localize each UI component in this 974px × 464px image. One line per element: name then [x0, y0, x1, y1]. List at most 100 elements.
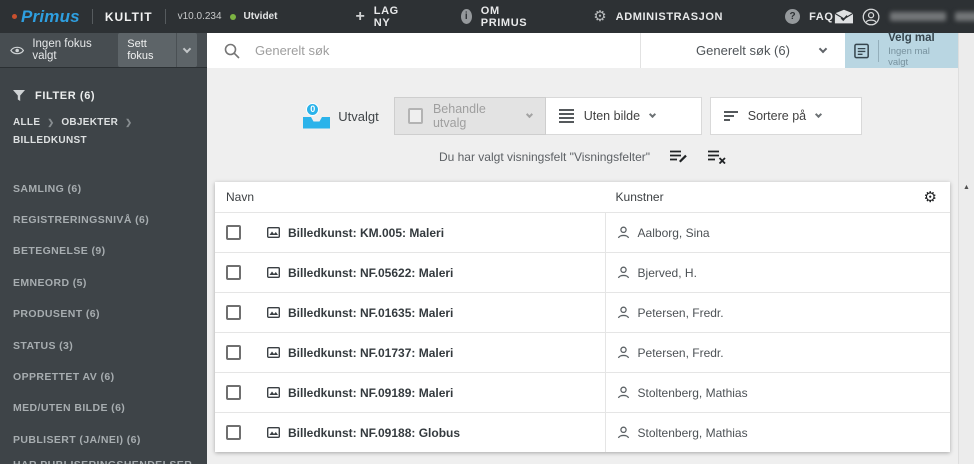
selected-count-badge: 0 [306, 102, 320, 116]
name-cell: Billedkunst: NF.01635: Maleri [215, 293, 605, 332]
set-focus-button[interactable]: Sett fokus [118, 33, 197, 67]
artist-name: Bjerved, H. [637, 265, 697, 280]
set-focus-dropdown[interactable] [176, 33, 197, 67]
sidebar: Ingen fokus valgt Sett fokus FILTER (6) … [0, 33, 207, 464]
filter-header[interactable]: FILTER (6) [0, 68, 207, 102]
set-focus-label[interactable]: Sett fokus [118, 33, 176, 67]
artist-cell: Stoltenberg, Mathias [604, 373, 950, 412]
breadcrumb-item[interactable]: OBJEKTER [61, 117, 118, 128]
artwork-icon [267, 227, 280, 238]
breadcrumb-item[interactable]: ALLE [13, 117, 40, 128]
question-icon: ? [785, 9, 801, 24]
search-bar: Generelt søk (6) Velg mal Ingen mal valg… [207, 32, 958, 68]
filter-category[interactable]: PRODUSENT (6) [13, 299, 194, 330]
filter-category[interactable]: BETEGNELSE (9) [13, 236, 194, 267]
object-name-link[interactable]: Billedkunst: NF.09188: Globus [288, 426, 460, 440]
edit-view-fields-icon[interactable] [670, 150, 688, 164]
workspace-name: KULTIT [104, 9, 153, 24]
object-name-link[interactable]: Billedkunst: KM.005: Maleri [288, 226, 444, 240]
list-icon [558, 109, 574, 123]
filter-category[interactable]: PUBLISERT (JA/NEI) (6) [13, 424, 194, 455]
chevron-down-icon [818, 44, 828, 54]
choose-template-button[interactable]: Velg mal Ingen mal valgt [845, 32, 958, 68]
scrollbar-up-arrow[interactable]: ▲ [959, 184, 974, 191]
object-name-link[interactable]: Billedkunst: NF.09189: Maleri [288, 386, 453, 400]
version-label: v10.0.234 [177, 11, 222, 22]
view-fields-row: Du har valgt visningsfelt "Visningsfelte… [207, 150, 958, 164]
image-filter-dropdown[interactable]: Uten bilde [545, 97, 702, 135]
table-settings-gear-icon[interactable]: ⚙ [924, 190, 950, 205]
breadcrumb: ALLE ❯ OBJEKTER ❯ BILLEDKUNST [0, 102, 207, 146]
topnav-item-om-primus[interactable]: i OM PRIMUS [460, 5, 531, 29]
topbar-right: | LOGG UT [834, 5, 974, 29]
search-scope-dropdown[interactable]: Generelt søk (6) [640, 33, 845, 68]
name-cell: Billedkunst: KM.005: Maleri [215, 213, 605, 252]
column-header-kunstner[interactable]: Kunstner [605, 190, 924, 204]
row-checkbox[interactable] [226, 225, 241, 240]
row-checkbox[interactable] [226, 385, 241, 400]
artist-name: Petersen, Fredr. [637, 305, 724, 320]
table-body: Billedkunst: KM.005: Maleri Aalborg, Sin… [215, 212, 950, 452]
row-checkbox[interactable] [226, 425, 241, 440]
status-dot-icon [229, 13, 236, 20]
user-avatar-icon[interactable] [862, 7, 880, 27]
filter-category[interactable]: EMNEORD (5) [13, 267, 194, 298]
artwork-icon [267, 347, 280, 358]
select-all-checkbox[interactable] [407, 108, 423, 124]
topnav-item-administrasjon[interactable]: ⚙ ADMINISTRASJON [593, 9, 723, 24]
top-navigation: + LAG NY i OM PRIMUS ⚙ ADMINISTRASJON ? … [355, 5, 833, 29]
table-row: Billedkunst: NF.05622: Maleri Bjerved, H… [215, 252, 950, 292]
chevron-down-icon [815, 110, 823, 119]
content: 0 Utvalgt Behandle utvalg Uten bilde Sor… [207, 68, 958, 464]
object-name-link[interactable]: Billedkunst: NF.05622: Maleri [288, 266, 453, 280]
sort-dropdown[interactable]: Sortere på [709, 97, 862, 135]
gear-icon: ⚙ [593, 8, 607, 25]
vertical-scrollbar[interactable]: ▲ [958, 33, 974, 464]
artist-name: Petersen, Fredr. [637, 345, 724, 360]
chevron-right-icon: ❯ [125, 118, 133, 127]
filter-category[interactable]: SAMLING (6) [13, 173, 194, 204]
search-scope-label: Generelt søk (6) [696, 43, 790, 58]
primus-logo: Primus [21, 6, 80, 26]
eye-icon [10, 46, 25, 54]
filter-category[interactable]: MED/UTEN BILDE (6) [13, 393, 194, 424]
filter-list: SAMLING (6) REGISTRERINGSNIVÅ (6) BETEGNEL… [0, 173, 207, 464]
batch-action-label: Behandle utvalg [432, 102, 486, 130]
shell: Ingen fokus valgt Sett fokus FILTER (6) … [0, 32, 974, 464]
artwork-icon [267, 267, 280, 278]
filter-category[interactable]: OPPRETTET AV (6) [13, 361, 194, 392]
divider [878, 39, 880, 62]
person-icon [617, 346, 629, 359]
object-name-link[interactable]: Billedkunst: NF.01635: Maleri [288, 306, 453, 320]
row-checkbox[interactable] [226, 345, 241, 360]
chevron-down-icon [182, 44, 192, 53]
table-row: Billedkunst: NF.01737: Maleri Petersen, … [215, 332, 950, 372]
topnav-item-faq[interactable]: ? FAQ [785, 9, 833, 24]
filter-category[interactable]: REGISTRERINGSNIVÅ (6) [13, 204, 194, 235]
table-row: Billedkunst: KM.005: Maleri Aalborg, Sin… [215, 212, 950, 252]
object-name-link[interactable]: Billedkunst: NF.01737: Maleri [288, 346, 453, 360]
search-field-wrap [207, 33, 640, 68]
plus-icon: + [355, 7, 365, 25]
batch-action-dropdown[interactable]: Behandle utvalg [393, 97, 546, 135]
search-input[interactable] [253, 42, 640, 59]
row-checkbox[interactable] [226, 265, 241, 280]
artwork-icon [267, 307, 280, 318]
selected-items-label: Utvalgt [338, 108, 379, 124]
selected-items-indicator[interactable]: 0 Utvalgt [303, 102, 379, 129]
person-icon [617, 306, 629, 319]
person-icon [617, 226, 629, 239]
artist-cell: Stoltenberg, Mathias [604, 413, 950, 452]
topnav-item-lag-ny[interactable]: + LAG NY [355, 5, 398, 29]
column-header-navn[interactable]: Navn [215, 190, 605, 204]
filter-header-label: FILTER (6) [35, 90, 96, 102]
filter-category[interactable]: STATUS (3) [13, 330, 194, 361]
filter-category[interactable]: HAR PUBLISERINGSHENDELSER (6) [13, 456, 194, 464]
row-checkbox[interactable] [226, 305, 241, 320]
user-name-redacted [954, 12, 974, 21]
info-icon: i [460, 9, 472, 24]
clear-view-fields-icon[interactable] [708, 150, 726, 164]
inbox-check-icon[interactable] [834, 9, 854, 25]
breadcrumb-item[interactable]: BILLEDKUNST [13, 135, 87, 146]
artwork-icon [267, 427, 280, 438]
